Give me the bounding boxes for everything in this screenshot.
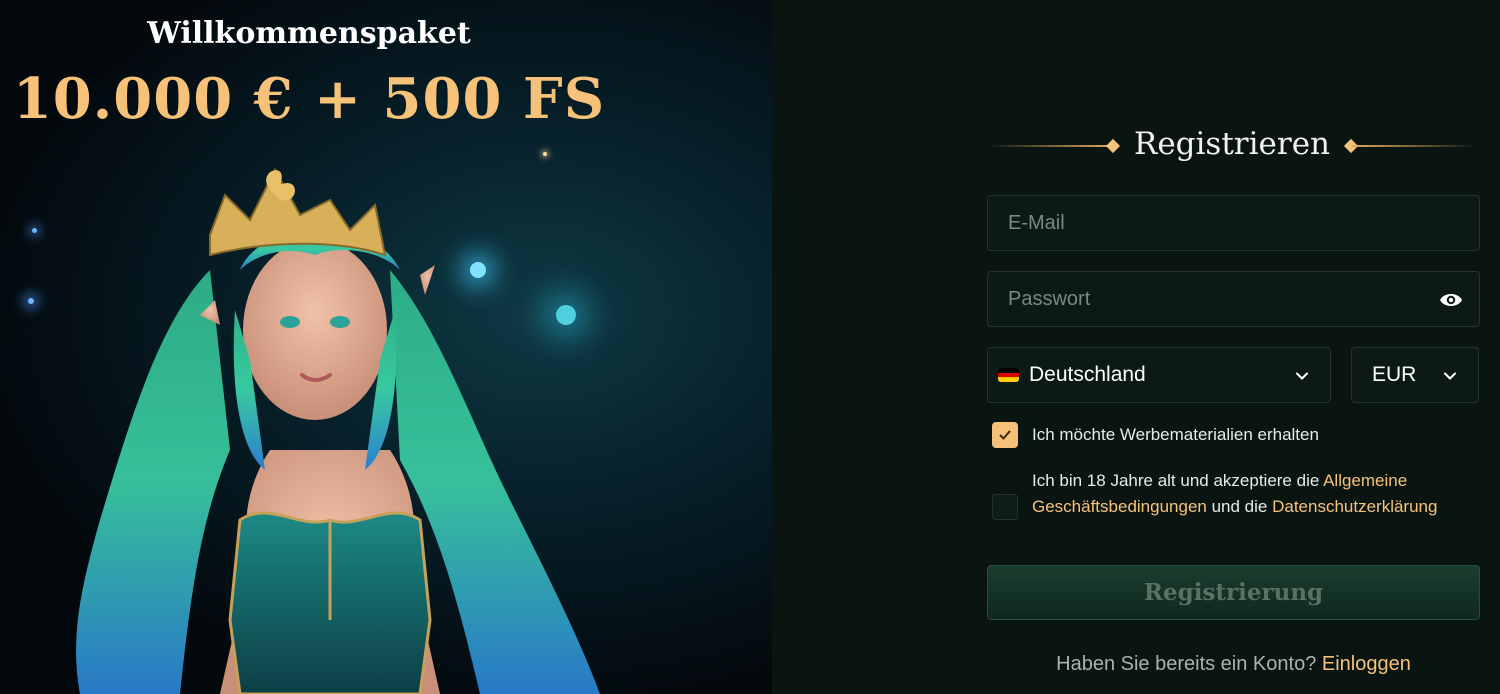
promo-banner: Willkommenspaket 10.000 € + 500 FS <box>0 0 772 694</box>
login-prompt-row: Haben Sie bereits ein Konto? Einloggen <box>987 653 1480 676</box>
login-link[interactable]: Einloggen <box>1322 653 1411 675</box>
terms-text-middle: und die <box>1206 496 1273 516</box>
elf-queen-illustration <box>76 167 600 694</box>
currency-select[interactable]: EUR <box>1351 347 1479 403</box>
password-field-wrapper <box>987 271 1480 327</box>
registration-panel: Registrieren Deutschland EUR <box>772 0 1500 694</box>
checkmark-icon <box>999 430 1011 440</box>
register-button[interactable]: Registrierung <box>987 565 1480 620</box>
terms-checkbox[interactable] <box>992 494 1018 520</box>
terms-consent-row: Ich bin 18 Jahre alt und akzeptiere die … <box>992 468 1482 520</box>
email-field-wrapper <box>987 195 1480 251</box>
marketing-label: Ich möchte Werbematerialien erhalten <box>1032 425 1319 444</box>
marketing-checkbox[interactable] <box>992 422 1018 448</box>
email-input[interactable] <box>1008 211 1459 235</box>
promo-title: Willkommenspaket <box>147 16 471 51</box>
eye-icon[interactable] <box>1439 289 1463 311</box>
heading-divider-right <box>1352 145 1477 147</box>
country-value: Deutschland <box>1029 363 1146 386</box>
terms-text-before: Ich bin 18 Jahre alt und akzeptiere die <box>1032 471 1324 490</box>
country-select[interactable]: Deutschland <box>987 347 1331 403</box>
chevron-down-icon <box>1296 372 1308 380</box>
marketing-consent-row: Ich möchte Werbematerialien erhalten <box>992 422 1319 448</box>
chevron-down-icon <box>1444 372 1456 380</box>
password-input[interactable] <box>1008 287 1428 311</box>
login-prompt: Haben Sie bereits ein Konto? <box>1056 653 1317 675</box>
form-title: Registrieren <box>1133 126 1331 162</box>
germany-flag-icon <box>998 368 1019 382</box>
promo-bonus-amount: 10.000 € + 500 FS <box>12 66 606 132</box>
form-heading: Registrieren <box>987 124 1477 168</box>
privacy-link[interactable]: Datenschutzerklärung <box>1272 497 1437 516</box>
terms-label: Ich bin 18 Jahre alt und akzeptiere die … <box>1032 468 1482 519</box>
